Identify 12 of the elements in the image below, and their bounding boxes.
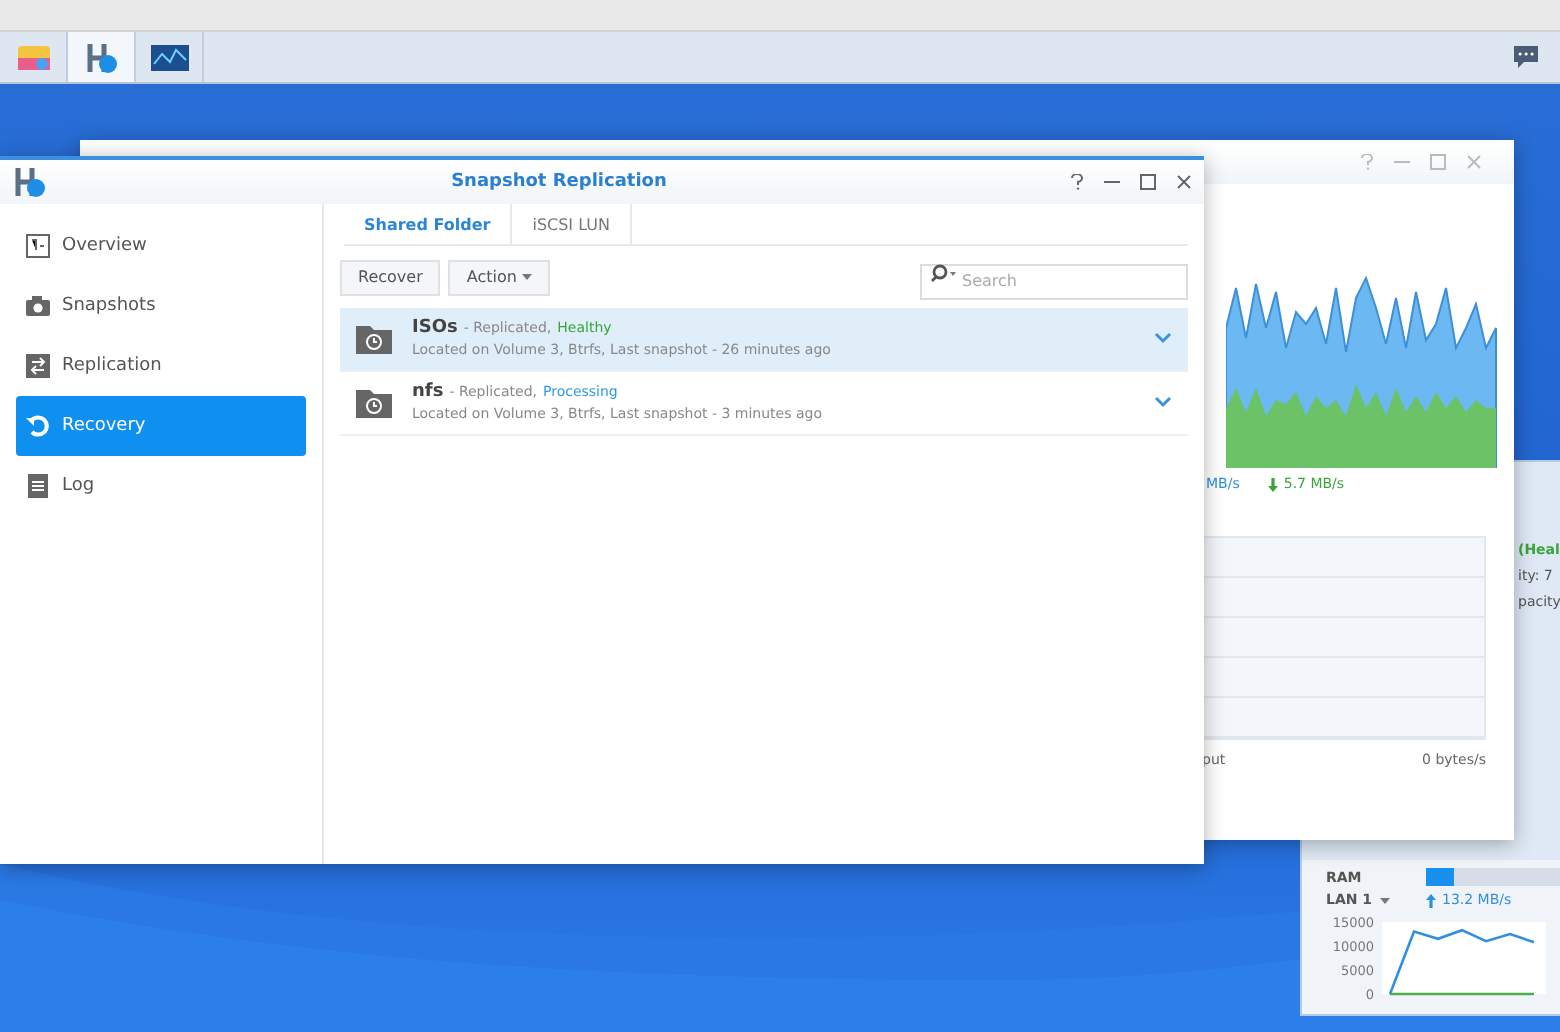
- recover-button[interactable]: Recover: [340, 259, 441, 296]
- search-field[interactable]: Search: [920, 263, 1188, 299]
- tab[interactable]: Shared Folder: [344, 204, 513, 244]
- folder-name: nfs: [412, 382, 444, 402]
- window-title: Snapshot Replication: [449, 172, 669, 192]
- action-dropdown-button[interactable]: Action: [448, 259, 551, 296]
- sidebar-item[interactable]: Snapshots: [16, 276, 306, 336]
- sidebar-item[interactable]: Log: [16, 456, 306, 516]
- sidebar-item[interactable]: Overview: [16, 216, 306, 276]
- sidebar-item[interactable]: Replication: [16, 336, 306, 396]
- folder-name: ISOs: [412, 318, 458, 338]
- tab[interactable]: iSCSI LUN: [512, 204, 632, 244]
